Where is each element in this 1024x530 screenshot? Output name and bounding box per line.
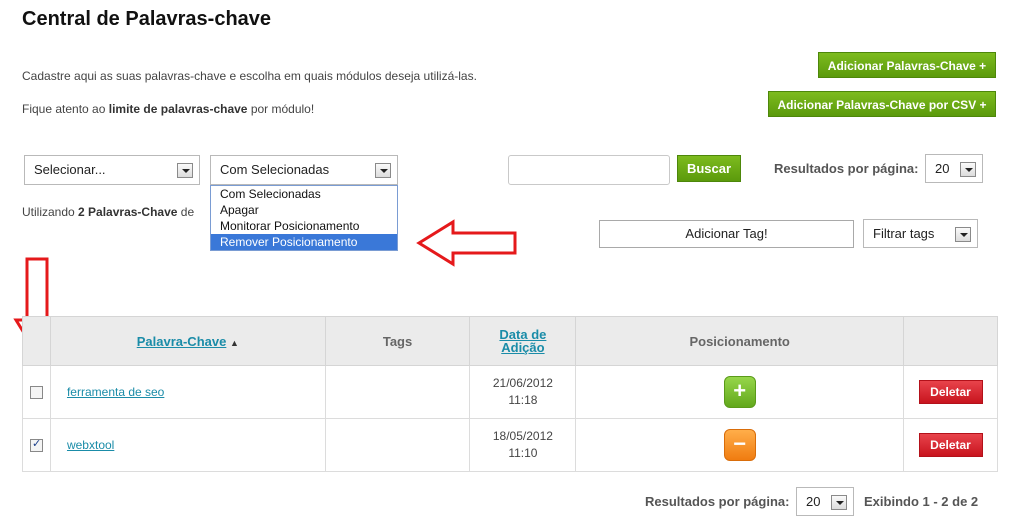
search-input[interactable] — [508, 155, 670, 185]
keyword-cell: webxtool — [49, 418, 326, 472]
keyword-cell: ferramenta de seo — [49, 365, 326, 419]
keyword-sort-link[interactable]: Palavra-Chave — [137, 334, 227, 349]
limit-notice-pre: Fique atento ao — [22, 102, 109, 116]
bulk-option[interactable]: Com Selecionadas — [211, 186, 397, 202]
usage-text: Utilizando 2 Palavras-Chave de — [22, 205, 194, 219]
annotation-arrow-left-icon — [416, 219, 517, 267]
sort-asc-icon: ▲ — [229, 337, 239, 348]
table-header-row: Palavra-Chave ▲ Tags Data de Adição Posi… — [22, 316, 998, 366]
category-select[interactable]: Selecionar... — [24, 155, 200, 185]
time-value: 11:18 — [508, 393, 538, 407]
usage-bold: 2 Palavras-Chave — [78, 205, 178, 219]
delete-cell: Deletar — [903, 365, 998, 419]
row-checkbox-checked[interactable] — [29, 437, 43, 453]
delete-button[interactable]: Deletar — [918, 380, 983, 404]
chevron-down-icon — [960, 162, 976, 177]
chevron-down-icon — [177, 163, 193, 178]
keywords-table: Palavra-Chave ▲ Tags Data de Adição Posi… — [22, 316, 998, 472]
date-cell: 18/05/2012 11:10 — [469, 418, 577, 472]
bulk-action-select[interactable]: Com Selecionadas — [210, 155, 398, 185]
pagination-summary-pre: Exibindo — [864, 494, 923, 509]
delete-cell: Deletar — [903, 418, 998, 472]
keyword-link[interactable]: webxtool — [67, 438, 114, 452]
date-value: 21/06/2012 — [492, 376, 553, 390]
minus-icon[interactable]: − — [723, 429, 756, 461]
date-value: 18/05/2012 — [492, 429, 553, 443]
usage-post: de — [177, 205, 195, 219]
pagination-summary: Exibindo 1 - 2 de 2 — [864, 494, 978, 509]
position-cell: + — [575, 365, 904, 419]
date-sort-link-line2[interactable]: Adição — [501, 340, 544, 355]
footer-results-per-page-value: 20 — [806, 494, 821, 509]
bulk-option-selected[interactable]: Remover Posicionamento — [211, 234, 397, 250]
bulk-option[interactable]: Apagar — [211, 202, 397, 218]
keyword-link[interactable]: ferramenta de seo — [67, 385, 164, 399]
pagination-summary-range: 1 - 2 de 2 — [922, 494, 979, 509]
actions-column-header — [903, 316, 998, 366]
bulk-action-dropdown: Com Selecionadas Apagar Monitorar Posici… — [210, 185, 398, 251]
plus-icon[interactable]: + — [723, 376, 756, 408]
results-per-page-label: Resultados por página: — [774, 161, 919, 176]
usage-pre: Utilizando — [22, 205, 79, 219]
time-value: 11:10 — [508, 446, 538, 460]
keyword-column-header[interactable]: Palavra-Chave ▲ — [49, 316, 326, 366]
select-column-header — [22, 316, 51, 366]
row-checkbox[interactable] — [29, 386, 43, 400]
bulk-option[interactable]: Monitorar Posicionamento — [211, 218, 397, 234]
results-per-page-select[interactable]: 20 — [925, 154, 983, 183]
tags-cell — [324, 418, 471, 472]
row-select-cell — [22, 365, 51, 419]
position-cell: − — [575, 418, 904, 472]
tags-cell — [324, 365, 471, 419]
delete-button[interactable]: Deletar — [918, 433, 983, 457]
filter-tags-value: Filtrar tags — [873, 226, 935, 241]
search-button[interactable]: Buscar — [677, 155, 741, 182]
results-per-page-value: 20 — [935, 161, 950, 176]
intro-text: Cadastre aqui as suas palavras-chave e e… — [22, 69, 477, 83]
footer-results-per-page-label: Resultados por página: — [645, 494, 790, 509]
position-column-header: Posicionamento — [575, 316, 904, 366]
tags-column-header: Tags — [324, 316, 471, 366]
chevron-down-icon — [831, 495, 847, 510]
row-select-cell — [22, 418, 51, 472]
category-select-value: Selecionar... — [34, 162, 106, 177]
filter-tags-select[interactable]: Filtrar tags — [863, 219, 978, 248]
add-tag-button[interactable]: Adicionar Tag! — [599, 220, 854, 248]
bulk-action-value: Com Selecionadas — [220, 162, 330, 177]
limit-notice-bold: limite de palavras-chave — [108, 102, 248, 116]
table-row: webxtool 18/05/2012 11:10 − Deletar — [22, 418, 998, 472]
chevron-down-icon — [375, 163, 391, 178]
date-cell: 21/06/2012 11:18 — [469, 365, 577, 419]
page-title: Central de Palavras-chave — [22, 8, 272, 30]
limit-notice-post: por módulo! — [247, 102, 315, 116]
footer-results-per-page-select[interactable]: 20 — [796, 487, 854, 516]
add-keywords-csv-button[interactable]: Adicionar Palavras-Chave por CSV + — [768, 91, 996, 117]
table-row: ferramenta de seo 21/06/2012 11:18 + Dele… — [22, 365, 998, 419]
add-keywords-button[interactable]: Adicionar Palavras-Chave + — [818, 52, 996, 78]
date-column-header[interactable]: Data de Adição — [469, 316, 577, 366]
limit-notice: Fique atento ao limite de palavras-chave… — [22, 102, 314, 116]
chevron-down-icon — [955, 227, 971, 242]
